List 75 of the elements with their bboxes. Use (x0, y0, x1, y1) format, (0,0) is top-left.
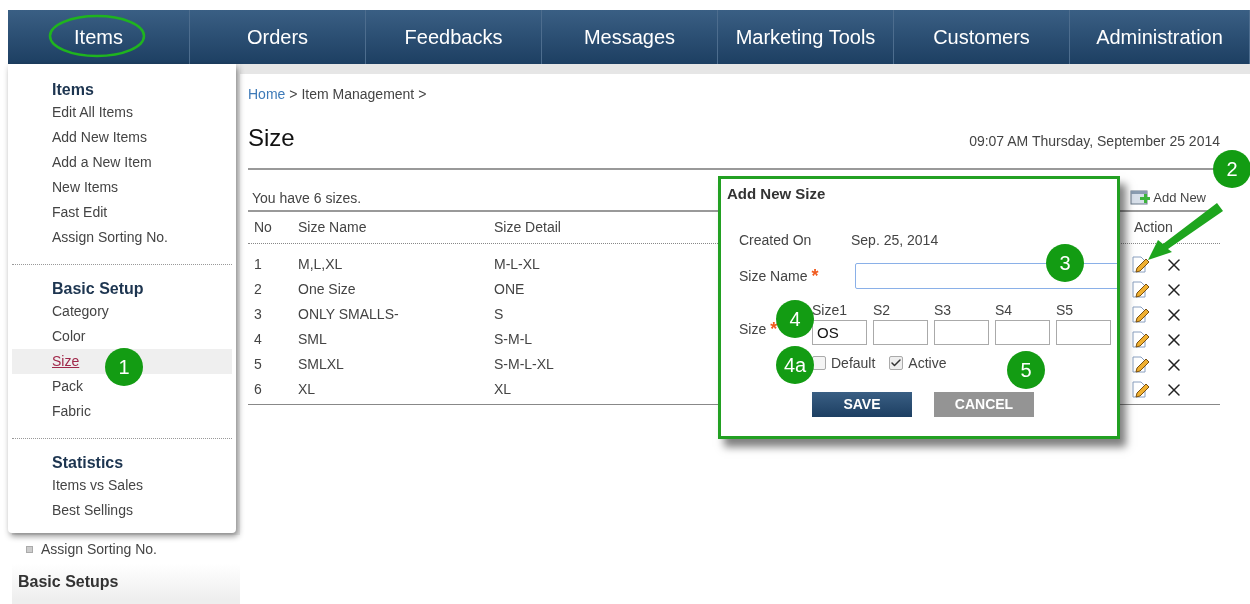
size-count: You have 6 sizes. (251, 188, 362, 208)
menu-heading: Items (51, 80, 95, 100)
size-field[interactable] (873, 319, 928, 345)
table-cell-text: S (494, 305, 505, 324)
table-cell-text: 5 (253, 355, 263, 374)
edit-icon[interactable] (1130, 329, 1150, 350)
menu-item[interactable]: Best Sellings (12, 498, 232, 523)
required-mark: * (770, 318, 778, 341)
size-field[interactable] (934, 319, 989, 345)
table-cell-text: 3 (253, 305, 263, 324)
checkbox-label: Active (908, 353, 947, 373)
menu-item[interactable]: Items vs Sales (12, 473, 232, 498)
field-label: Created On (739, 230, 813, 250)
add-new-button[interactable]: Add New (1130, 188, 1206, 208)
menu-item[interactable]: Fast Edit (12, 200, 232, 225)
size-label: S4 (995, 300, 1014, 320)
size-label: Size1 (812, 300, 849, 320)
checkbox-label: Default (831, 353, 876, 373)
table-cell-text: SMLXL (298, 355, 345, 374)
menu-item[interactable]: Edit All Items (12, 100, 232, 125)
size-label: S2 (873, 300, 892, 320)
table-cell-text: XL (494, 380, 513, 399)
menu-heading: Statistics (51, 453, 125, 473)
menu-item[interactable]: Assign Sorting No. (12, 225, 232, 250)
created-date: Sep. 25, 2014 (851, 230, 939, 250)
table-cell-text: M,L,XL (298, 255, 344, 274)
table-cell-text: M-L-XL (494, 255, 541, 274)
breadcrumb-link[interactable]: Home (248, 84, 286, 104)
table-cell-text: XL (298, 380, 317, 399)
table-cell-text: ONE (494, 280, 526, 299)
size-label: S5 (1056, 300, 1075, 320)
table-cell-text: 1 (253, 255, 263, 274)
edit-icon[interactable] (1130, 379, 1150, 400)
sidebar-item-label: Assign Sorting No. (41, 540, 157, 559)
page-title: Size (248, 123, 295, 153)
sidebar-item[interactable]: Assign Sorting No. (12, 535, 240, 564)
dialog-title: Add New Size (727, 184, 827, 204)
menu-item[interactable]: Color (12, 324, 232, 349)
menu-heading: Basic Setup (51, 279, 145, 299)
field-label: Size Name (739, 266, 808, 286)
edit-icon[interactable] (1130, 304, 1150, 325)
menu-item[interactable]: New Items (12, 175, 232, 200)
table-cell-text: S-M-L-XL (494, 355, 555, 374)
menu-item[interactable]: Add a New Item (12, 150, 232, 175)
menu-item[interactable]: Category (12, 299, 232, 324)
column-header: Size Detail (494, 218, 562, 237)
table-cell-text: SML (298, 330, 328, 349)
checkbox[interactable] (812, 356, 826, 370)
size-field[interactable] (1056, 319, 1111, 345)
edit-icon[interactable] (1130, 254, 1150, 275)
size-field[interactable]: OS (812, 319, 867, 345)
size-label: S3 (934, 300, 953, 320)
edit-icon[interactable] (1130, 354, 1150, 375)
date-time: 09:07 AM Thursday, September 25 2014 (969, 132, 1220, 151)
table-cell-text: ONLY SMALLS- (298, 305, 400, 324)
add-window-icon (1130, 189, 1151, 207)
table-cell-text: One Size (298, 280, 357, 299)
bullet-icon (26, 546, 33, 553)
column-header: Size Name (298, 218, 368, 237)
size-field[interactable] (995, 319, 1050, 345)
table-cell-text: S-M-L (494, 330, 534, 349)
breadcrumb-text: > Item Management > (289, 85, 427, 104)
edit-icon[interactable] (1130, 279, 1150, 300)
menu-item[interactable]: Fabric (12, 399, 232, 424)
table-cell-text: 4 (253, 330, 263, 349)
table-cell-text: 6 (253, 380, 263, 399)
dialog-button[interactable]: SAVE (812, 391, 912, 417)
column-header: No (253, 218, 273, 237)
field-label: Size (739, 320, 767, 339)
step-badge: 2 (1213, 150, 1250, 188)
table-cell-text: 2 (253, 280, 263, 299)
column-header: Action (1133, 218, 1174, 237)
menu-item[interactable]: Add New Items (12, 125, 232, 150)
checkbox[interactable] (889, 356, 904, 370)
required-mark: * (811, 264, 819, 288)
